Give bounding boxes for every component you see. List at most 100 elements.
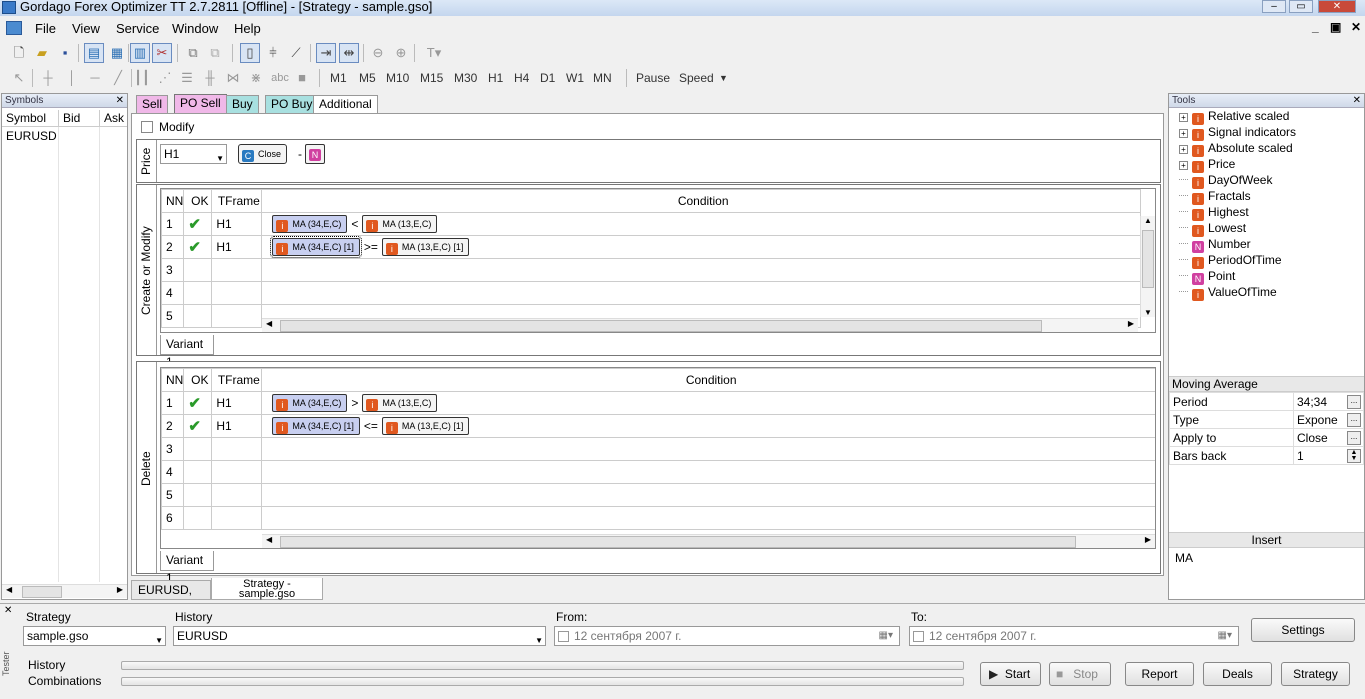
condition-cell[interactable]: i MA (34,E,C) < i MA (13,E,C) bbox=[261, 212, 1141, 236]
indicator-chip[interactable]: i MA (13,E,C) [1] bbox=[381, 238, 470, 256]
cursor-icon[interactable]: ↖ bbox=[9, 68, 29, 88]
price-timeframe-select[interactable]: H1 ▼ bbox=[160, 144, 227, 164]
tree-item[interactable]: i DayOfWeek bbox=[1179, 172, 1272, 189]
condition-cell[interactable]: i MA (34,E,C) [1] >= i MA (13,E,C) [1] bbox=[261, 235, 1141, 259]
ok-cell[interactable]: ✔ bbox=[183, 414, 213, 438]
number-chip[interactable]: N bbox=[305, 144, 325, 164]
tree-item[interactable]: N Point bbox=[1179, 268, 1235, 285]
symbols-scrollbar[interactable]: ◀ ▶ bbox=[2, 584, 127, 598]
tree-item[interactable]: + i Absolute scaled bbox=[1179, 140, 1293, 157]
indicator-chip[interactable]: i MA (13,E,C) bbox=[362, 215, 438, 233]
table-row[interactable]: 3 bbox=[161, 437, 1155, 461]
ellipsis-icon[interactable]: ... bbox=[1347, 430, 1361, 445]
settings-button[interactable]: Settings bbox=[1251, 618, 1355, 642]
indicator-chip[interactable]: i MA (34,E,C) bbox=[272, 215, 348, 233]
expand-icon[interactable]: + bbox=[1179, 113, 1188, 122]
table-row[interactable]: 2 ✔ H1 i MA (34,E,C) [1] <= i MA (13,E,C) [1… bbox=[161, 414, 1155, 438]
deals-button[interactable]: Deals bbox=[1203, 662, 1272, 686]
menu-help[interactable]: Help bbox=[234, 21, 261, 36]
menu-file[interactable]: File bbox=[35, 21, 56, 36]
operator[interactable]: > bbox=[351, 396, 358, 410]
row-timeframe[interactable]: H1 bbox=[211, 235, 263, 259]
cycle-lines-icon[interactable]: ┃┃ bbox=[132, 68, 152, 88]
maximize-button[interactable]: ▭ bbox=[1289, 0, 1313, 13]
property-row[interactable]: Period 34;34... bbox=[1169, 392, 1364, 411]
symbols-panel-icon[interactable]: ▤ bbox=[84, 43, 104, 63]
save-icon[interactable]: ▪ bbox=[55, 43, 75, 63]
delete-variant-tab[interactable]: Variant 1 bbox=[160, 551, 214, 585]
paste-icon[interactable]: ⧉ bbox=[205, 43, 225, 63]
table-icon[interactable]: ▦ bbox=[107, 43, 127, 63]
tree-item[interactable]: i ValueOfTime bbox=[1179, 284, 1277, 301]
operator[interactable]: >= bbox=[364, 240, 378, 254]
new-file-icon[interactable]: 🗋 bbox=[9, 43, 29, 63]
speed-dropdown[interactable]: Speed bbox=[679, 71, 714, 85]
report-button[interactable]: Report bbox=[1125, 662, 1194, 686]
indicator-chip[interactable]: i MA (34,E,C) [1] bbox=[270, 236, 362, 258]
tf-h1[interactable]: H1 bbox=[488, 71, 503, 85]
tab-sell[interactable]: Sell bbox=[136, 95, 169, 113]
expand-icon[interactable]: + bbox=[1179, 145, 1188, 154]
menu-service[interactable]: Service bbox=[116, 21, 159, 36]
insert-value[interactable]: MA bbox=[1175, 551, 1193, 565]
mdi-close-icon[interactable]: ✕ bbox=[1351, 20, 1361, 34]
indicator-chip[interactable]: i MA (34,E,C) [1] bbox=[272, 417, 360, 435]
condition-cell[interactable]: i MA (34,E,C) [1] <= i MA (13,E,C) [1] bbox=[261, 414, 1155, 438]
modify-checkbox[interactable] bbox=[141, 121, 153, 133]
ok-cell[interactable]: ✔ bbox=[183, 391, 213, 415]
tree-item[interactable]: i PeriodOfTime bbox=[1179, 252, 1282, 269]
crosshair-icon[interactable]: ┼ bbox=[38, 68, 58, 88]
ok-cell[interactable]: ✔ bbox=[183, 235, 213, 259]
vertical-line-icon[interactable]: │ bbox=[62, 68, 82, 88]
stop-button[interactable]: ■ Stop bbox=[1049, 662, 1111, 686]
tf-mn[interactable]: MN bbox=[593, 71, 612, 85]
horizontal-line-icon[interactable]: ─ bbox=[85, 68, 105, 88]
ellipsis-icon[interactable]: ... bbox=[1347, 412, 1361, 427]
calendar-icon[interactable]: ▦▾ bbox=[879, 627, 893, 645]
table-row[interactable]: 5 bbox=[161, 483, 1155, 507]
table-row[interactable]: 3 bbox=[161, 258, 1141, 282]
fibo-time-icon[interactable]: ╫ bbox=[200, 68, 220, 88]
table-row[interactable]: 4 bbox=[161, 281, 1141, 305]
tab-additional[interactable]: Additional bbox=[313, 95, 378, 113]
create-vscrollbar[interactable]: ▲ ▼ bbox=[1140, 216, 1155, 317]
close-icon[interactable]: ✕ bbox=[116, 94, 124, 107]
col-bid[interactable]: Bid bbox=[63, 111, 80, 125]
trendline-icon[interactable]: ╱ bbox=[108, 68, 128, 88]
tab-eurusd-h1[interactable]: EURUSD, H1 bbox=[131, 580, 211, 615]
tree-item[interactable]: + i Relative scaled bbox=[1179, 108, 1289, 125]
open-folder-icon[interactable]: ▰ bbox=[32, 43, 52, 63]
from-date-picker[interactable]: 12 сентября 2007 г. ▦▾ bbox=[554, 626, 900, 646]
expand-icon[interactable]: + bbox=[1179, 129, 1188, 138]
menu-window[interactable]: Window bbox=[172, 21, 218, 36]
property-row[interactable]: Apply to Close... bbox=[1169, 428, 1364, 447]
pause-button[interactable]: Pause bbox=[636, 71, 670, 85]
create-variant-tab[interactable]: Variant 1 bbox=[160, 335, 214, 369]
operator[interactable]: < bbox=[351, 217, 358, 231]
text-label-icon[interactable]: abc bbox=[268, 68, 292, 88]
property-value[interactable]: Expone... bbox=[1293, 410, 1364, 429]
create-hscrollbar[interactable]: ◀ ▶ bbox=[262, 318, 1138, 332]
symbol-row[interactable]: EURUSD bbox=[6, 129, 57, 143]
row-timeframe[interactable]: H1 bbox=[211, 212, 263, 236]
mdi-restore-icon[interactable]: ▣ bbox=[1330, 20, 1341, 34]
spinner-icon[interactable]: ▲ ▼ bbox=[1347, 448, 1361, 463]
tree-item[interactable]: + i Price bbox=[1179, 156, 1235, 173]
row-timeframe[interactable]: H1 bbox=[211, 414, 263, 438]
tree-item[interactable]: i Highest bbox=[1179, 204, 1249, 221]
tree-item[interactable]: + i Signal indicators bbox=[1179, 124, 1296, 141]
speed-chevron-down-icon[interactable]: ▼ bbox=[719, 73, 728, 83]
ok-cell[interactable]: ✔ bbox=[183, 212, 213, 236]
col-ask[interactable]: Ask bbox=[104, 111, 124, 125]
tf-m5[interactable]: M5 bbox=[359, 71, 376, 85]
delete-hscrollbar[interactable]: ◀ ▶ bbox=[262, 534, 1155, 548]
tf-d1[interactable]: D1 bbox=[540, 71, 555, 85]
property-row[interactable]: Type Expone... bbox=[1169, 410, 1364, 429]
line-chart-icon[interactable]: ⟋ bbox=[286, 43, 306, 63]
tf-h4[interactable]: H4 bbox=[514, 71, 529, 85]
indicator-chip[interactable]: i MA (13,E,C) [1] bbox=[381, 417, 470, 435]
property-value[interactable]: 1 ▲ ▼ bbox=[1293, 446, 1364, 465]
copy-icon[interactable]: ⧉ bbox=[183, 43, 203, 63]
text-tools-icon[interactable]: T▾ bbox=[420, 43, 448, 63]
tab-strategy[interactable]: Strategy - sample.gso bbox=[211, 578, 323, 600]
